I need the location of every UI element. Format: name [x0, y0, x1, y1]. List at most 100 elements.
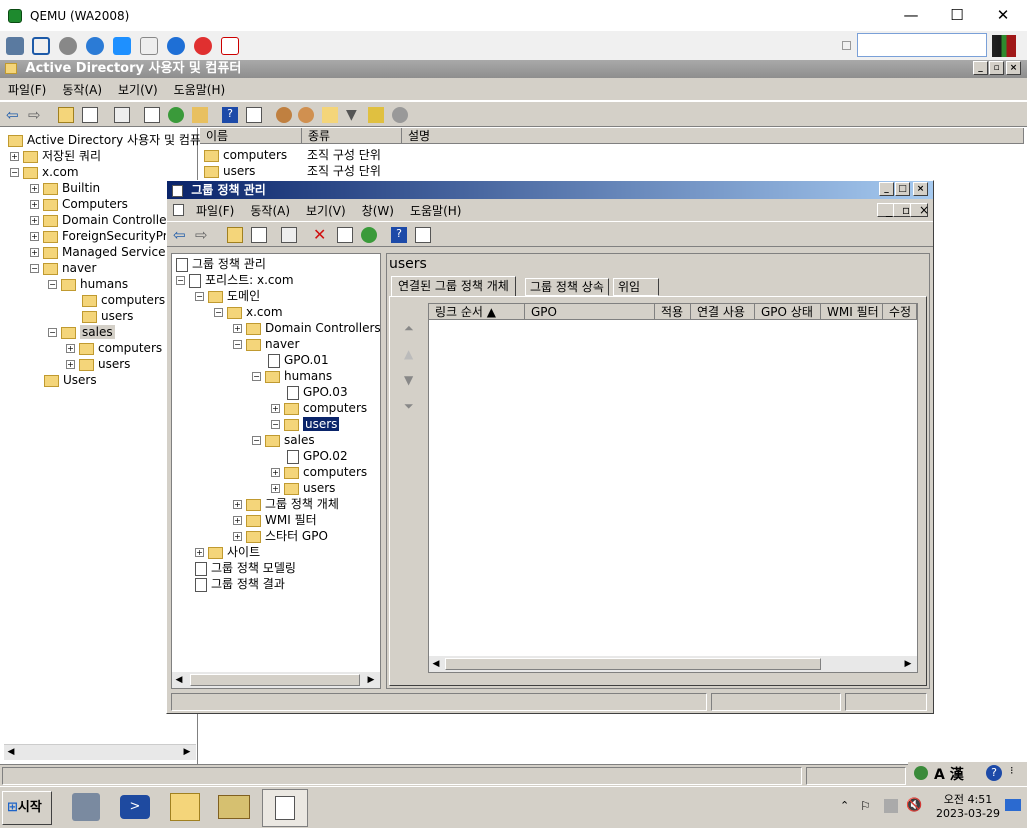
start-button[interactable]: ⊞시작 — [2, 791, 52, 825]
expand-icon[interactable]: + — [30, 232, 39, 241]
expand-icon[interactable]: + — [271, 404, 280, 413]
move-up-icon[interactable]: ▲ — [404, 347, 413, 361]
search-input[interactable] — [857, 33, 987, 57]
explorer-icon[interactable] — [170, 793, 200, 821]
collapse-icon[interactable]: − — [195, 292, 204, 301]
collapse-icon[interactable]: − — [30, 264, 39, 273]
help-icon[interactable]: ? — [986, 765, 1002, 781]
gpm-menu-window[interactable]: 창(W) — [354, 202, 402, 219]
list-item[interactable]: computers — [204, 147, 287, 163]
refresh-icon[interactable] — [361, 227, 377, 243]
gpm-menu-view[interactable]: 보기(V) — [298, 202, 354, 219]
move-down-icon[interactable]: ▼ — [404, 373, 413, 387]
help-icon[interactable]: ? — [391, 227, 407, 243]
col-name[interactable]: 이름 — [200, 128, 302, 144]
tree-item[interactable]: GPO.02 — [287, 448, 348, 464]
refresh-icon[interactable] — [86, 37, 104, 55]
scroll-right-icon[interactable]: ▶ — [180, 745, 194, 759]
tree-item[interactable]: + computers — [66, 340, 162, 356]
collapse-icon[interactable]: − — [252, 436, 261, 445]
gear-icon[interactable] — [59, 37, 77, 55]
tab-linked-gpo[interactable]: 연결된 그룹 정책 개체 — [391, 276, 516, 296]
scroll-right-icon[interactable]: ▶ — [901, 656, 915, 672]
tree-item[interactable]: + computers — [271, 400, 367, 416]
scroll-thumb[interactable] — [445, 658, 821, 670]
expand-icon[interactable]: + — [10, 152, 19, 161]
col-enforced[interactable]: 적용 — [655, 304, 691, 320]
options-icon[interactable]: ⁝ — [1010, 764, 1014, 777]
eject-icon[interactable] — [221, 37, 239, 55]
collapse-icon[interactable]: − — [48, 280, 57, 289]
export-icon[interactable] — [192, 107, 208, 123]
tree-item[interactable]: 그룹 정책 결과 — [195, 576, 285, 592]
tab-delegation[interactable]: 위임 — [613, 278, 659, 296]
expand-icon[interactable]: + — [66, 360, 75, 369]
tree-item[interactable]: − 포리스트: x.com — [176, 272, 294, 288]
expand-icon[interactable]: + — [30, 248, 39, 257]
move-top-icon[interactable]: ⏶ — [404, 321, 414, 336]
flag-icon[interactable]: ⚐ — [860, 799, 871, 813]
powershell-icon[interactable]: > — [120, 795, 150, 819]
tree-item[interactable]: + Computers — [30, 196, 128, 212]
tree-item[interactable]: − humans — [252, 368, 332, 384]
fullscreen-icon[interactable] — [32, 37, 50, 55]
col-gpo-status[interactable]: GPO 상태 — [755, 304, 821, 320]
up-folder-icon[interactable] — [58, 107, 74, 123]
maximize-button[interactable]: ☐ — [934, 0, 980, 31]
scroll-left-icon[interactable]: ◀ — [4, 745, 18, 759]
up-folder-icon[interactable] — [227, 227, 243, 243]
menu-help[interactable]: 도움말(H) — [166, 81, 234, 98]
gpm-menu-action[interactable]: 동작(A) — [242, 202, 298, 219]
ime-mode[interactable]: A 漢 — [934, 764, 964, 784]
expand-icon[interactable]: + — [233, 500, 242, 509]
collapse-icon[interactable]: − — [252, 372, 261, 381]
volume-muted-icon[interactable]: 🔇 — [906, 798, 922, 813]
tree-item[interactable]: + Builtin — [30, 180, 100, 196]
info-icon[interactable] — [167, 37, 185, 55]
ad-restore-button[interactable]: ▫ — [989, 61, 1004, 75]
tree-item[interactable]: 그룹 정책 관리 — [176, 256, 266, 272]
forward-icon[interactable]: ⇨ — [28, 107, 44, 123]
scroll-thumb[interactable] — [190, 674, 360, 686]
delete-icon[interactable]: ✕ — [313, 227, 329, 243]
collapse-icon[interactable]: − — [271, 420, 280, 429]
tree-item[interactable]: + computers — [271, 464, 367, 480]
gpm-maximize-button[interactable]: □ — [895, 182, 910, 196]
tree-item[interactable]: − users — [271, 416, 340, 432]
properties-icon[interactable] — [114, 107, 130, 123]
tree-item[interactable]: + 사이트 — [195, 544, 260, 560]
list-icon[interactable] — [144, 107, 160, 123]
tree-item[interactable]: − 도메인 — [195, 288, 260, 304]
group-icon[interactable] — [298, 107, 314, 123]
gpm-minimize-button[interactable]: _ — [879, 182, 894, 196]
tree-item[interactable]: + ForeignSecurityPr — [30, 228, 168, 244]
expand-icon[interactable]: + — [30, 184, 39, 193]
tree-item[interactable]: + 스타터 GPO — [233, 528, 328, 544]
tab-inheritance[interactable]: 그룹 정책 상속 — [525, 278, 609, 296]
expand-icon[interactable]: + — [66, 344, 75, 353]
user-icon[interactable] — [276, 107, 292, 123]
gpm-child-restore-button[interactable]: ▫ — [893, 203, 911, 217]
console-tree-icon[interactable] — [251, 227, 267, 243]
col-gpo[interactable]: GPO — [525, 304, 655, 320]
delegate-icon[interactable] — [392, 107, 408, 123]
tree-item[interactable]: users — [82, 308, 133, 324]
expand-icon[interactable]: + — [233, 516, 242, 525]
scroll-left-icon[interactable]: ◀ — [172, 672, 186, 688]
gpm-menu-file[interactable]: 파일(F) — [188, 202, 242, 219]
refresh-icon[interactable] — [168, 107, 184, 123]
server-manager-icon[interactable] — [72, 793, 100, 821]
help-icon[interactable]: ? — [222, 107, 238, 123]
expand-icon[interactable]: + — [233, 324, 242, 333]
color-swatch-icon[interactable] — [992, 35, 1016, 57]
tree-item[interactable]: + Managed Service — [30, 244, 165, 260]
tree-item[interactable]: + WMI 필터 — [233, 512, 317, 528]
expand-icon[interactable]: + — [30, 200, 39, 209]
col-link-enabled[interactable]: 연결 사용 — [691, 304, 755, 320]
tree-item[interactable]: − x.com — [214, 304, 283, 320]
linked-gpo-list[interactable]: 링크 순서 ▲ GPO 적용 연결 사용 GPO 상태 WMI 필터 수정 ◀ … — [428, 303, 918, 673]
view-icon[interactable] — [246, 107, 262, 123]
ad-tree-hscrollbar[interactable]: ◀ ▶ — [4, 744, 196, 760]
move-bottom-icon[interactable]: ⏷ — [404, 399, 414, 414]
tree-item[interactable]: + 그룹 정책 개체 — [233, 496, 339, 512]
